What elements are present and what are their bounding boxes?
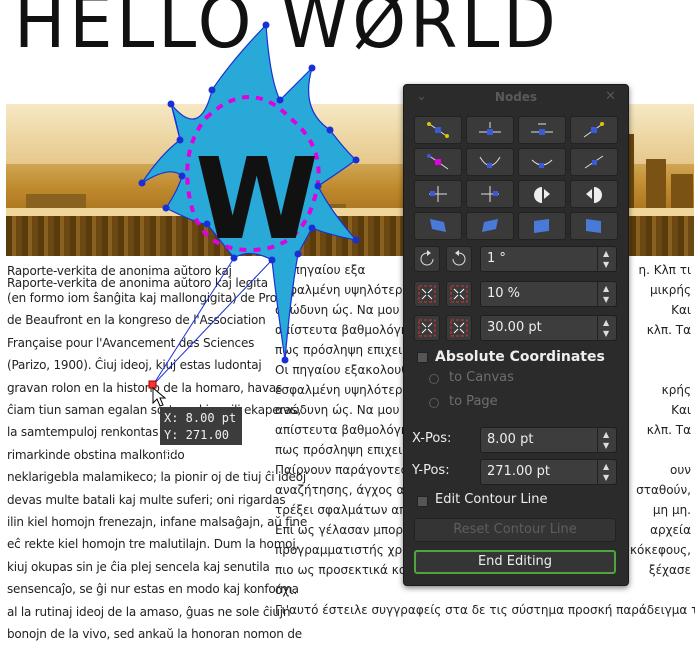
- insert-node-button[interactable]: [466, 116, 514, 144]
- skew-up-button[interactable]: [518, 212, 566, 240]
- enlarge-shape-button[interactable]: [570, 180, 618, 208]
- to-canvas-radio[interactable]: [429, 374, 439, 384]
- mirror-horizontal-button[interactable]: [414, 180, 462, 208]
- dialog-title: Nodes: [494, 90, 538, 104]
- edit-contour-label: Edit Contour Line: [435, 492, 548, 507]
- skew-right-button[interactable]: [466, 212, 514, 240]
- xpos-value: 8.00 pt: [487, 432, 534, 447]
- shrink-shape-button[interactable]: [518, 180, 566, 208]
- move-nodes-button[interactable]: [414, 116, 462, 144]
- tooltip-y: Y: 271.00 pt: [164, 428, 230, 459]
- ypos-spinbox[interactable]: 271.00 pt ▲ ▼: [480, 459, 617, 485]
- enlarge-points-button[interactable]: [446, 315, 472, 341]
- absolute-coordinates-label: Absolute Coordinates: [435, 349, 605, 365]
- left-body-line: bonojn de la vivo, sed ankaŭ la honoran …: [7, 627, 302, 642]
- break-path-button[interactable]: [414, 148, 462, 176]
- rotate-ccw-button[interactable]: [414, 246, 440, 272]
- reset-contour-button[interactable]: Reset Contour Line: [414, 518, 616, 542]
- to-page-radio[interactable]: [429, 398, 439, 408]
- xpos-label: X-Pos:: [412, 431, 452, 446]
- skew-left-button[interactable]: [414, 212, 462, 240]
- delete-node-button[interactable]: [518, 116, 566, 144]
- rotate-angle-value: 1 °: [487, 251, 506, 266]
- cusp-node-button[interactable]: [466, 148, 514, 176]
- rotate-angle-spinbox[interactable]: 1 ° ▲ ▼: [480, 246, 617, 272]
- scale-points-value: 30.00 pt: [487, 320, 542, 335]
- coordinate-tooltip: X: 8.00 pt Y: 271.00 pt: [160, 407, 242, 459]
- nodes-dialog: ⌄ Nodes ✕ 1 ° ▲▼ 10 % ▲▼ 30.00 pt ▲▼: [403, 84, 629, 586]
- absolute-coordinates-checkbox[interactable]: [417, 352, 428, 363]
- tooltip-x: X: 8.00 pt: [164, 411, 237, 425]
- scale-percent-value: 10 %: [487, 286, 521, 301]
- dialog-titlebar[interactable]: ⌄ Nodes ✕: [404, 85, 628, 111]
- glyph-w: W: [195, 135, 319, 265]
- shrink-points-button[interactable]: [414, 315, 440, 341]
- end-editing-button[interactable]: End Editing: [414, 550, 616, 574]
- close-icon[interactable]: ✕: [605, 89, 616, 104]
- to-canvas-label: to Canvas: [449, 370, 514, 385]
- smooth-node-button[interactable]: [518, 148, 566, 176]
- ypos-value: 271.00 pt: [487, 464, 550, 479]
- to-page-label: to Page: [449, 394, 498, 409]
- reset-control-points-button[interactable]: [570, 116, 618, 144]
- enlarge-percent-button[interactable]: [446, 281, 472, 307]
- skew-down-button[interactable]: [570, 212, 618, 240]
- ypos-label: Y-Pos:: [412, 463, 450, 478]
- shrink-percent-button[interactable]: [414, 281, 440, 307]
- xpos-spinbox[interactable]: 8.00 pt ▲ ▼: [480, 427, 617, 453]
- scale-points-spinbox[interactable]: 30.00 pt ▲ ▼: [480, 315, 617, 341]
- edit-contour-checkbox[interactable]: [417, 496, 428, 507]
- rotate-cw-button[interactable]: [446, 246, 472, 272]
- scale-percent-spinbox[interactable]: 10 % ▲ ▼: [480, 281, 617, 307]
- mirror-vertical-button[interactable]: [466, 180, 514, 208]
- line-segment-button[interactable]: [570, 148, 618, 176]
